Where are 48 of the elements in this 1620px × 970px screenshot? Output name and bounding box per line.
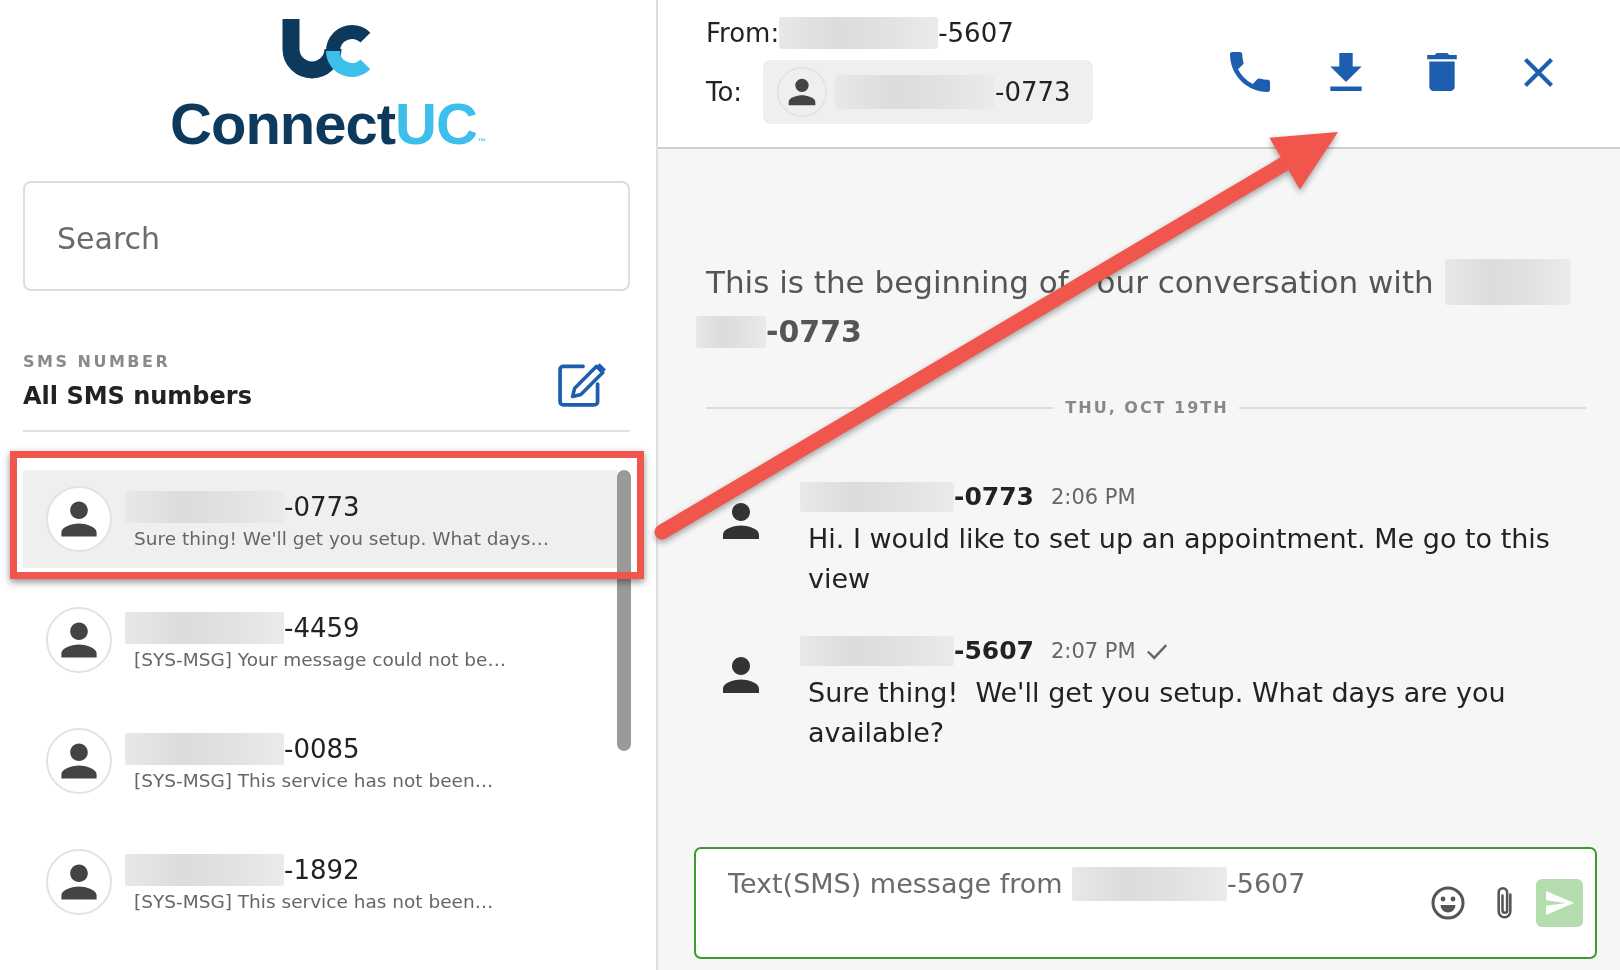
phone-number: -5607 xyxy=(938,17,1014,50)
message-preview: [SYS-MSG] Your message could not be… xyxy=(133,648,506,672)
filter-label: SMS NUMBER xyxy=(23,352,172,372)
download-icon[interactable] xyxy=(1330,53,1362,91)
scrollbar[interactable] xyxy=(617,470,631,751)
phone-number: -0085 xyxy=(284,733,360,766)
message-time: 2:06 PM xyxy=(1050,484,1136,511)
trash-icon[interactable] xyxy=(1427,53,1457,91)
avatar-icon xyxy=(46,486,112,552)
placeholder-number: -5607 xyxy=(1227,867,1306,901)
date-divider: THU, OCT 19TH xyxy=(1064,397,1230,419)
logo-wordmark: ConnectUC™ xyxy=(170,99,486,158)
avatar-icon xyxy=(46,728,112,794)
from-label: From: xyxy=(706,17,780,50)
avatar-icon xyxy=(46,849,112,915)
message-preview: Sure thing! We'll get you setup. What days… xyxy=(133,527,549,551)
close-icon[interactable] xyxy=(1523,57,1553,87)
message-preview: [SYS-MSG] This service has not been… xyxy=(133,890,494,914)
phone-number: -4459 xyxy=(284,612,360,645)
phone-number: -0773 xyxy=(995,76,1071,109)
edit-icon[interactable] xyxy=(558,361,608,407)
message-text: Hi. I would like to set up an appointment. Me go to this view xyxy=(807,522,1551,596)
phone-icon[interactable] xyxy=(1230,52,1270,92)
contact-number: -0773 xyxy=(766,313,862,351)
conversation-item[interactable]: -1892 [SYS-MSG] This service has not been… xyxy=(23,833,617,931)
avatar-icon xyxy=(777,67,827,117)
phone-number: -0773 xyxy=(284,491,360,524)
avatar-icon xyxy=(46,607,112,673)
emoji-icon[interactable] xyxy=(1431,886,1465,920)
recipient-chip[interactable]: -0773 xyxy=(763,60,1093,124)
sender-number: -5607 xyxy=(954,635,1034,667)
phone-number: -1892 xyxy=(284,854,360,887)
message-text: Sure thing! We'll get you setup. What days are you available? xyxy=(807,676,1507,750)
paperclip-icon[interactable] xyxy=(1494,885,1515,921)
conversation-item[interactable]: -4459 [SYS-MSG] Your message could not be… xyxy=(23,591,617,689)
conversation-item[interactable]: -0085 [SYS-MSG] This service has not been… xyxy=(23,712,617,810)
send-icon xyxy=(1545,891,1574,915)
person-icon xyxy=(723,657,759,693)
search-field[interactable]: Search xyxy=(23,181,630,291)
to-label: To: xyxy=(706,76,744,109)
sender-number: -0773 xyxy=(954,481,1034,513)
blurred-text xyxy=(696,316,766,348)
filter-value: All SMS numbers xyxy=(23,381,252,412)
message-input[interactable]: Text(SMS) message from xyxy=(728,864,1065,904)
message-time: 2:07 PM xyxy=(1050,638,1136,665)
conversation-item[interactable]: -0773 Sure thing! We'll get you setup. What days… xyxy=(23,470,617,568)
person-icon xyxy=(723,503,759,539)
message-preview: [SYS-MSG] This service has not been… xyxy=(133,769,494,793)
